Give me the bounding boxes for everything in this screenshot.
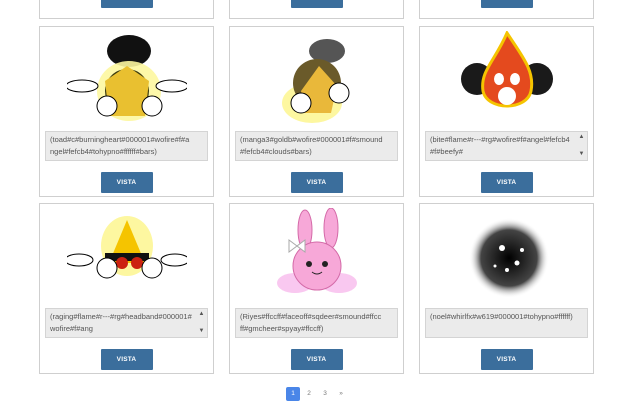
page-3-link[interactable]: 3 bbox=[318, 387, 332, 401]
code-scrollbar[interactable]: ▲ ▼ bbox=[577, 133, 586, 159]
vista-button[interactable]: VISTA bbox=[290, 0, 343, 8]
next-page-link[interactable]: » bbox=[334, 387, 348, 401]
code-text: (bite#flame#r---#rg#wofire#f#angel#fefcb… bbox=[430, 135, 570, 156]
vista-button[interactable]: VISTA bbox=[290, 349, 343, 370]
flame-image bbox=[420, 31, 593, 131]
vista-button[interactable]: VISTA bbox=[290, 172, 343, 193]
card-top-3: VISTA bbox=[419, 0, 594, 19]
vista-button[interactable]: VISTA bbox=[100, 349, 153, 370]
vista-button[interactable]: VISTA bbox=[100, 172, 153, 193]
card-bite: (bite#flame#r---#rg#wofire#f#angel#fefcb… bbox=[419, 26, 594, 197]
vista-button[interactable]: VISTA bbox=[480, 349, 533, 370]
code-text: (noel#whirlfx#w619#000001#tohypno#ffffff… bbox=[430, 312, 573, 321]
smiley-image bbox=[230, 31, 403, 131]
card-top-1: VISTA bbox=[39, 0, 214, 19]
bunny-image bbox=[230, 208, 403, 308]
smiley-image bbox=[40, 31, 213, 131]
card-raging: (raging#flame#r---#rg#headband#000001#wo… bbox=[39, 203, 214, 374]
smoke-image bbox=[420, 208, 593, 308]
page-2-link[interactable]: 2 bbox=[302, 387, 316, 401]
scroll-down-icon[interactable]: ▼ bbox=[579, 150, 585, 159]
code-scrollbar[interactable]: ▲ ▼ bbox=[197, 310, 206, 336]
card-riyes: (Riyes#ffccff#faceoff#sqdeer#smound#ffcc… bbox=[229, 203, 404, 374]
code-text: (toad#c#burningheart#000001#wofire#f#ang… bbox=[50, 135, 190, 156]
code-text: (manga3#goldb#wofire#000001#f#smound#fef… bbox=[240, 135, 383, 156]
code-text: (raging#flame#r---#rg#headband#000001#wo… bbox=[50, 312, 192, 333]
card-top-2: VISTA bbox=[229, 0, 404, 19]
vista-button[interactable]: VISTA bbox=[100, 0, 153, 8]
pagination: 1 2 3 » bbox=[286, 387, 348, 401]
vista-button[interactable]: VISTA bbox=[480, 172, 533, 193]
page-1-link[interactable]: 1 bbox=[286, 387, 300, 401]
scroll-up-icon[interactable]: ▲ bbox=[199, 310, 205, 319]
code-text: (Riyes#ffccff#faceoff#sqdeer#smound#ffcc… bbox=[240, 312, 382, 333]
scroll-down-icon[interactable]: ▼ bbox=[199, 327, 205, 336]
smiley-image bbox=[40, 208, 213, 308]
scroll-up-icon[interactable]: ▲ bbox=[579, 133, 585, 142]
vista-button[interactable]: VISTA bbox=[480, 0, 533, 8]
card-manga: (manga3#goldb#wofire#000001#f#smound#fef… bbox=[229, 26, 404, 197]
card-toad: (toad#c#burningheart#000001#wofire#f#ang… bbox=[39, 26, 214, 197]
card-noel: (noel#whirlfx#w619#000001#tohypno#ffffff… bbox=[419, 203, 594, 374]
